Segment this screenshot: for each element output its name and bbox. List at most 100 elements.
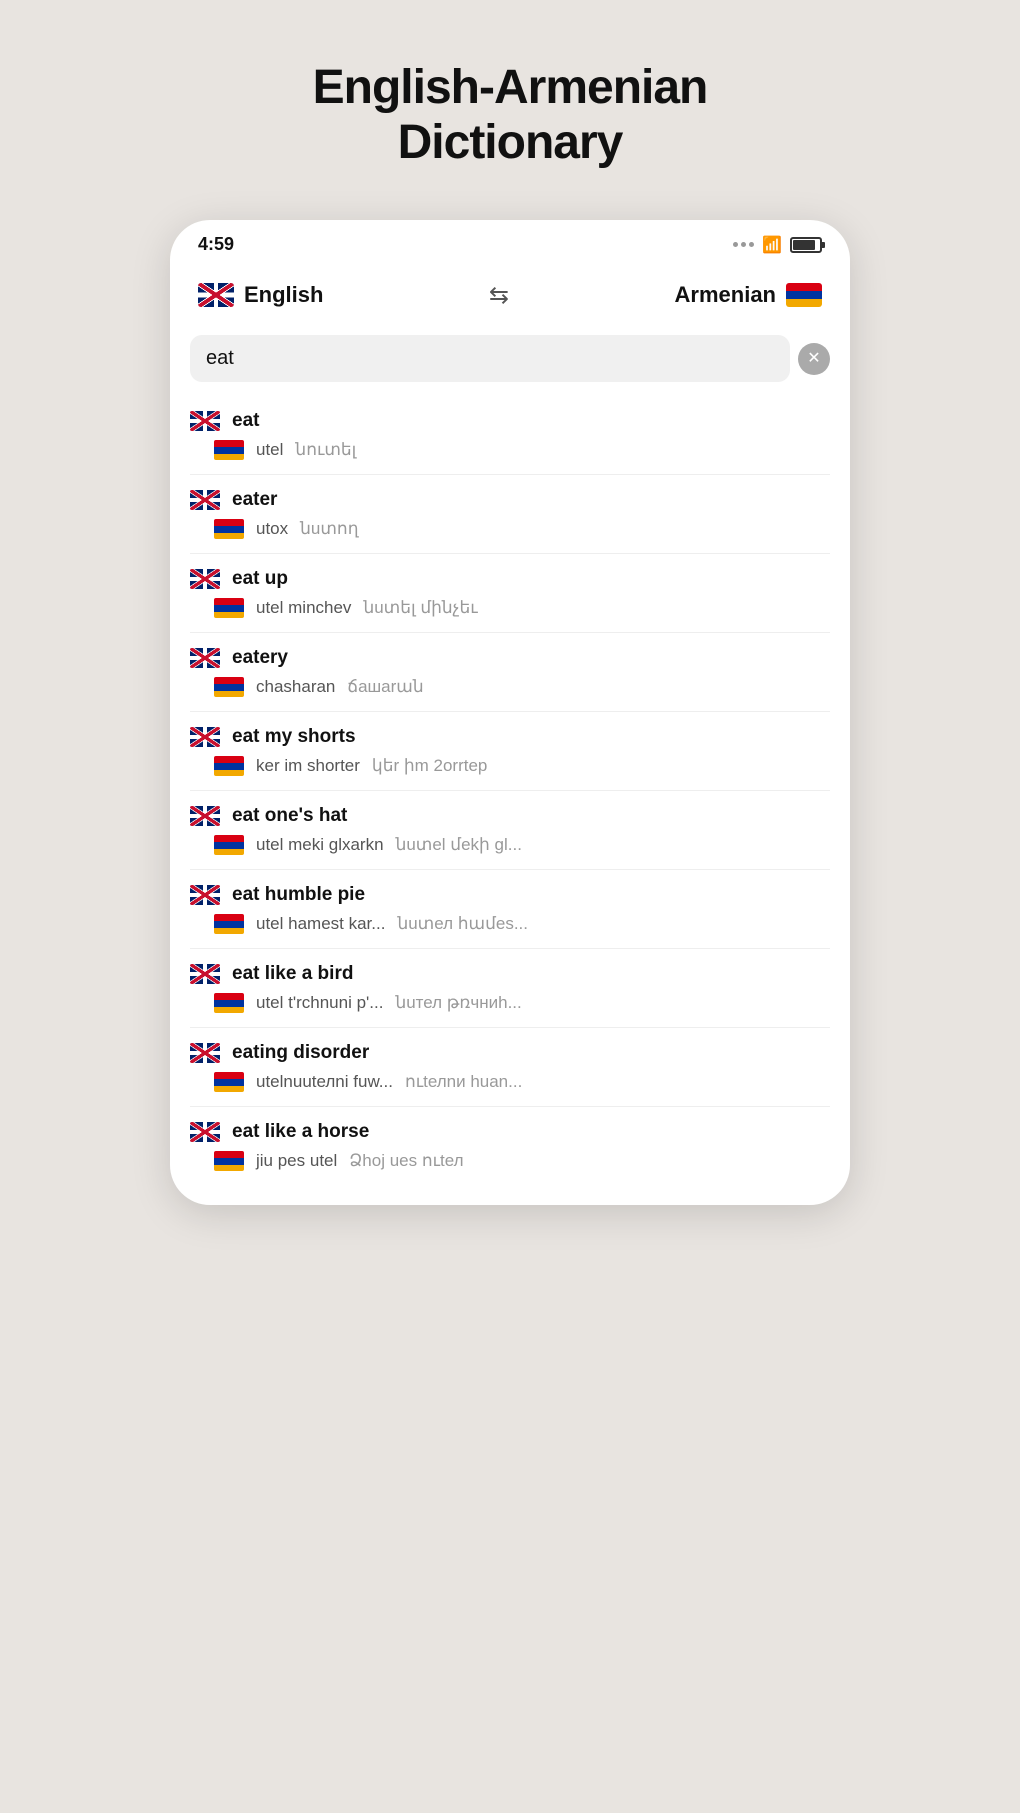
armenian-flag-icon	[786, 283, 822, 307]
english-word: eater	[232, 489, 277, 511]
list-item[interactable]: eat one's hat utel meki glxarkn նuտel մe…	[190, 791, 830, 870]
transliteration-text: utox	[256, 519, 288, 539]
entry-armenian: utel hamest kar... նuտел համes...	[190, 910, 830, 948]
entry-armenian: jiu pes utel Ձhoj ues ուtел	[190, 1147, 830, 1185]
list-item[interactable]: eat my shorts ker im shorter կեr իm 2orr…	[190, 712, 830, 791]
armenian-flag-icon	[214, 993, 244, 1013]
armenian-text: նuтел թռчниh...	[395, 993, 521, 1013]
armenian-flag-icon	[214, 598, 244, 618]
search-input-wrap[interactable]	[190, 335, 790, 382]
armenian-flag-icon	[214, 519, 244, 539]
uk-flag-icon	[190, 727, 220, 747]
armenian-flag-icon	[214, 1072, 244, 1092]
target-language[interactable]: Armenian	[675, 282, 822, 308]
results-list: eat utel նուտել eater utox նuտող	[170, 396, 850, 1185]
transliteration-text: chasharan	[256, 677, 335, 697]
list-item[interactable]: eat like a bird utel t'rchnuni p'... նuт…	[190, 949, 830, 1028]
list-item[interactable]: eat utel նուտել	[190, 396, 830, 475]
list-item[interactable]: eating disorder utelnuutелni fuw... ուtе…	[190, 1028, 830, 1107]
uk-flag-icon	[190, 411, 220, 431]
language-bar: English ⇆ Armenian	[170, 263, 850, 331]
armenian-text: նուտել	[295, 440, 356, 460]
entry-english: eat like a horse	[190, 1107, 830, 1147]
signal-icon	[733, 242, 754, 247]
english-word: eating disorder	[232, 1042, 369, 1064]
english-word: eat	[232, 410, 259, 432]
uk-flag-icon	[190, 490, 220, 510]
list-item[interactable]: eatery chasharan ճaшarան	[190, 633, 830, 712]
search-input[interactable]	[206, 347, 774, 370]
armenian-text: ուtелnи huan...	[405, 1072, 522, 1092]
entry-english: eater	[190, 475, 830, 515]
target-language-label: Armenian	[675, 282, 776, 308]
clear-icon: ✕	[807, 351, 820, 367]
armenian-flag-icon	[214, 677, 244, 697]
english-word: eat up	[232, 568, 288, 590]
list-item[interactable]: eat up utel minchev նuտել մինչեւ	[190, 554, 830, 633]
uk-flag-icon	[190, 648, 220, 668]
source-language[interactable]: English	[198, 282, 323, 308]
list-item[interactable]: eat humble pie utel hamest kar... նuտел …	[190, 870, 830, 949]
list-item[interactable]: eat like a horse jiu pes utel Ձhoj ues ո…	[190, 1107, 830, 1185]
transliteration-text: utelnuutелni fuw...	[256, 1072, 393, 1092]
english-word: eat like a bird	[232, 963, 353, 985]
transliteration-text: ker im shorter	[256, 756, 360, 776]
entry-armenian: utel meki glxarkn նuտel մekի gl...	[190, 831, 830, 869]
app-title: English-Armenian Dictionary	[313, 60, 708, 170]
uk-flag-icon	[190, 1122, 220, 1142]
armenian-text: նuտել մինչեւ	[363, 598, 477, 618]
wifi-icon: 📶	[762, 235, 782, 255]
source-language-label: English	[244, 282, 323, 308]
armenian-flag-icon	[214, 756, 244, 776]
transliteration-text: utel t'rchnuni p'...	[256, 993, 383, 1013]
entry-english: eat humble pie	[190, 870, 830, 910]
english-word: eat one's hat	[232, 805, 347, 827]
entry-english: eat up	[190, 554, 830, 594]
transliteration-text: utel minchev	[256, 598, 351, 618]
english-word: eat like a horse	[232, 1121, 369, 1143]
entry-armenian: ker im shorter կեr իm 2orrteр	[190, 752, 830, 790]
uk-flag-icon	[190, 806, 220, 826]
entry-armenian: chasharan ճaшarան	[190, 673, 830, 711]
uk-flag-icon	[190, 964, 220, 984]
armenian-text: Ձhoj ues ուtел	[349, 1151, 463, 1171]
entry-english: eat	[190, 396, 830, 436]
entry-english: eat one's hat	[190, 791, 830, 831]
status-icons: 📶	[733, 235, 822, 255]
english-word: eatery	[232, 647, 288, 669]
swap-languages-button[interactable]: ⇆	[477, 273, 521, 317]
armenian-flag-icon	[214, 914, 244, 934]
entry-armenian: utox նuտող	[190, 515, 830, 553]
battery-icon	[790, 237, 822, 253]
entry-english: eatery	[190, 633, 830, 673]
entry-english: eat my shorts	[190, 712, 830, 752]
status-bar: 4:59 📶	[170, 220, 850, 263]
english-word: eat my shorts	[232, 726, 356, 748]
transliteration-text: utel hamest kar...	[256, 914, 385, 934]
entry-armenian: utel minchev նuտել մինչեւ	[190, 594, 830, 632]
uk-flag-icon	[190, 1043, 220, 1063]
swap-icon: ⇆	[489, 281, 509, 310]
uk-flag-icon	[198, 283, 234, 307]
english-word: eat humble pie	[232, 884, 365, 906]
entry-armenian: utel t'rchnuni p'... նuтел թռчниh...	[190, 989, 830, 1027]
armenian-flag-icon	[214, 1151, 244, 1171]
transliteration-text: utel	[256, 440, 283, 460]
list-item[interactable]: eater utox նuտող	[190, 475, 830, 554]
entry-english: eating disorder	[190, 1028, 830, 1068]
armenian-text: նuտел համes...	[397, 914, 528, 934]
entry-english: eat like a bird	[190, 949, 830, 989]
uk-flag-icon	[190, 885, 220, 905]
armenian-text: նuտel մekի gl...	[396, 835, 522, 855]
entry-armenian: utel նուտել	[190, 436, 830, 474]
clear-search-button[interactable]: ✕	[798, 343, 830, 375]
phone-frame: 4:59 📶 English ⇆ Armenian	[170, 220, 850, 1205]
search-container: ✕	[170, 331, 850, 396]
entry-armenian: utelnuutелni fuw... ուtелnи huan...	[190, 1068, 830, 1106]
armenian-flag-icon	[214, 440, 244, 460]
transliteration-text: jiu pes utel	[256, 1151, 337, 1171]
armenian-text: կեr իm 2orrteр	[372, 756, 487, 776]
uk-flag-icon	[190, 569, 220, 589]
status-time: 4:59	[198, 234, 234, 255]
armenian-text: նuտող	[300, 519, 358, 539]
